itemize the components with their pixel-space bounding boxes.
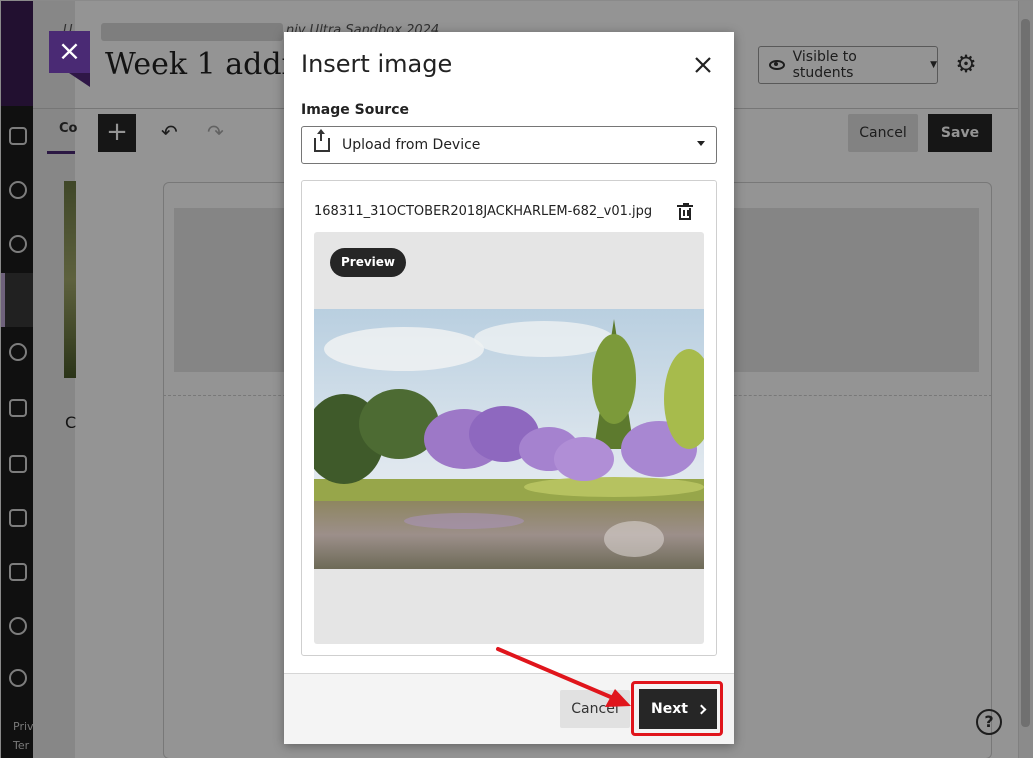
dialog-title: Insert image (301, 50, 453, 78)
close-panel-button[interactable]: × (49, 31, 90, 87)
close-icon (695, 57, 711, 73)
dialog-close-button[interactable] (688, 50, 718, 80)
image-source-select[interactable]: Upload from Device (301, 126, 717, 164)
image-source-label: Image Source (301, 102, 410, 118)
file-name: 168311_31OCTOBER2018JACKHARLEM-682_v01.j… (314, 204, 653, 219)
close-icon: × (57, 34, 82, 67)
dialog-footer: Cancel Next (284, 674, 734, 744)
chevron-right-icon (696, 704, 707, 715)
preview-image (314, 309, 704, 569)
dialog-cancel-button[interactable]: Cancel (560, 690, 630, 728)
image-source-value: Upload from Device (342, 137, 481, 153)
next-label: Next (651, 701, 688, 717)
uploaded-file-card: 168311_31OCTOBER2018JACKHARLEM-682_v01.j… (301, 180, 717, 656)
trash-icon[interactable] (677, 203, 693, 221)
image-preview-area: Preview (314, 232, 704, 644)
preview-badge: Preview (330, 248, 407, 277)
upload-icon (314, 129, 330, 152)
chevron-down-icon (697, 141, 705, 146)
insert-image-dialog: Insert image Image Source Upload from De… (284, 32, 734, 744)
next-button[interactable]: Next (639, 689, 717, 729)
